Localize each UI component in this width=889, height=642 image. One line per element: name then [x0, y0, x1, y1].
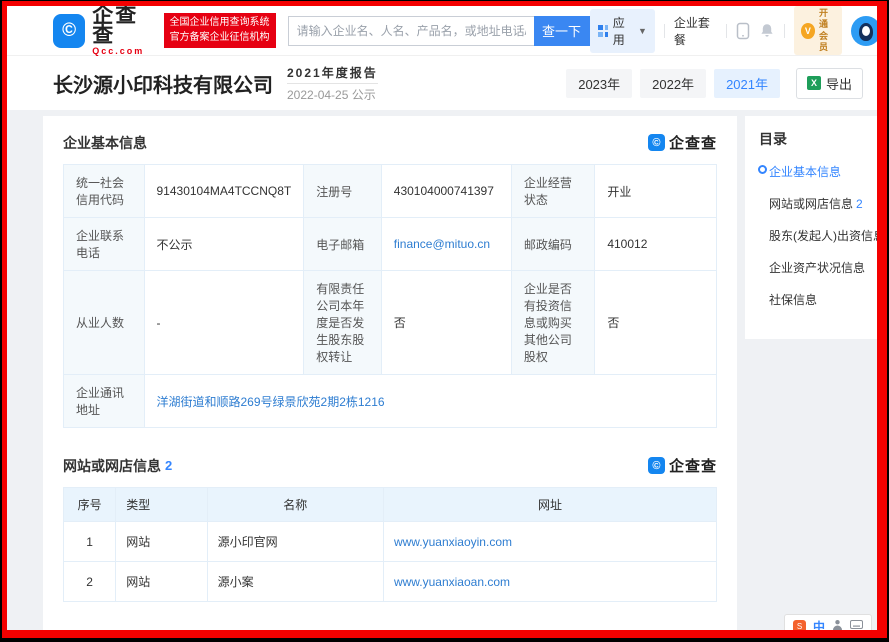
email-link[interactable]: finance@mituo.cn — [394, 237, 490, 251]
divider — [726, 24, 727, 38]
qcc-watermark-icon: © — [648, 457, 665, 474]
address-link[interactable]: 洋湖街道和顺路269号绿景欣苑2期2栋1216 — [157, 395, 385, 409]
toc-item-shareholders[interactable]: 股东(发起人)出资信息2 — [769, 227, 871, 244]
field-label: 有限责任公司本年度是否发生股东股权转让 — [304, 271, 382, 375]
toc-sidebar: 目录 企业基本信息 网站或网店信息2 股东(发起人)出资信息2 企业资产状况信息… — [745, 116, 877, 339]
section-title-website-info: 网站或网店信息 — [63, 456, 161, 476]
field-label: 从业人数 — [64, 271, 145, 375]
website-url-link[interactable]: www.yuanxiaoan.com — [394, 575, 510, 589]
ime-mode-indicator[interactable]: 中 — [813, 618, 825, 635]
screenshot-frame: © 企查查 Qcc.com 全国企业信用查询系统 官方备案企业征信机构 查一下 … — [2, 1, 887, 638]
basic-info-table: 统一社会信用代码 91430104MA4TCCNQ8T 注册号 43010400… — [63, 164, 717, 428]
table-row: 1 网站 源小印官网 www.yuanxiaoyin.com — [64, 522, 717, 562]
col-header: 网址 — [383, 488, 716, 522]
apps-menu-button[interactable]: 应用 ▼ — [590, 9, 655, 53]
top-header: © 企查查 Qcc.com 全国企业信用查询系统 官方备案企业征信机构 查一下 … — [7, 6, 877, 56]
col-header: 序号 — [64, 488, 116, 522]
user-avatar[interactable] — [851, 16, 881, 46]
publish-date: 2022-04-25 公示 — [287, 84, 378, 103]
brand-domain: Qcc.com — [92, 46, 157, 56]
certification-badge: 全国企业信用查询系统 官方备案企业征信机构 — [164, 13, 276, 48]
qcc-watermark-icon: © — [648, 631, 665, 638]
field-value: finance@mituo.cn — [381, 218, 511, 271]
field-label: 企业通讯地址 — [64, 375, 145, 428]
field-value: 否 — [381, 271, 511, 375]
field-value: 开业 — [595, 165, 717, 218]
field-label: 企业经营状态 — [511, 165, 594, 218]
notification-bell-icon[interactable] — [759, 22, 775, 39]
field-label: 企业联系电话 — [64, 218, 145, 271]
field-value: 不公示 — [144, 218, 304, 271]
ime-logo-icon: S — [793, 620, 806, 633]
field-value: 410012 — [595, 218, 717, 271]
field-label: 统一社会信用代码 — [64, 165, 145, 218]
year-tabs: 2023年 2022年 2021年 X 导出 — [566, 68, 863, 99]
toc-item-website-info[interactable]: 网站或网店信息2 — [769, 195, 871, 212]
field-value: 否 — [595, 271, 717, 375]
website-count-badge: 2 — [165, 458, 172, 473]
field-value: 430104000741397 — [381, 165, 511, 218]
field-label: 邮政编码 — [511, 218, 594, 271]
qcc-watermark: © 企查查 — [648, 455, 717, 476]
year-tab-2021[interactable]: 2021年 — [714, 69, 780, 98]
qcc-logo-icon: © — [53, 14, 85, 48]
field-label: 注册号 — [304, 165, 382, 218]
person-icon[interactable] — [832, 619, 843, 633]
keyboard-icon[interactable] — [850, 620, 863, 632]
qcc-watermark: © 企查查 — [648, 629, 717, 638]
report-main-card: 企业基本信息 © 企查查 统一社会信用代码 91430104MA4TCCNQ8T… — [43, 116, 737, 630]
mobile-app-icon[interactable] — [736, 22, 750, 40]
col-header: 类型 — [116, 488, 207, 522]
divider — [784, 24, 785, 38]
search-button[interactable]: 查一下 — [534, 16, 590, 46]
excel-icon: X — [807, 76, 821, 90]
field-value: - — [144, 271, 304, 375]
enterprise-package-link[interactable]: 企业套餐 — [674, 14, 717, 48]
company-name: 长沙源小印科技有限公司 — [53, 69, 273, 98]
export-button[interactable]: X 导出 — [796, 68, 863, 99]
report-year-title: 2021年度报告 — [287, 64, 378, 84]
section-title-shareholders: 股东(发起人)出资信息 — [63, 630, 198, 639]
website-url-link[interactable]: www.yuanxiaoyin.com — [394, 535, 512, 549]
brand-name: 企查查 — [92, 6, 157, 46]
col-header: 名称 — [207, 488, 383, 522]
field-label: 电子邮箱 — [304, 218, 382, 271]
toc-item-social-security[interactable]: 社保信息 — [769, 291, 871, 308]
field-value: 91430104MA4TCCNQ8T — [144, 165, 304, 218]
year-tab-2022[interactable]: 2022年 — [640, 69, 706, 98]
vip-upgrade-button[interactable]: V 开通 会员 — [794, 6, 842, 55]
vip-crown-icon: V — [801, 23, 815, 39]
toc-item-basic-info[interactable]: 企业基本信息 — [769, 163, 871, 180]
shareholders-count-badge: 2 — [202, 632, 209, 638]
search-input[interactable] — [288, 16, 534, 46]
qcc-watermark-icon: © — [648, 134, 665, 151]
search-bar: 查一下 — [288, 16, 590, 46]
toc-title: 目录 — [759, 129, 871, 149]
table-row: 2 网站 源小案 www.yuanxiaoan.com — [64, 562, 717, 602]
report-title-bar: 长沙源小印科技有限公司 2021年度报告 2022-04-25 公示 2023年… — [7, 56, 877, 110]
grid-icon — [598, 25, 608, 37]
field-label: 企业是否有投资信息或购买其他公司股权 — [511, 271, 594, 375]
divider — [664, 24, 665, 38]
qcc-logo[interactable]: © 企查查 Qcc.com — [53, 6, 158, 56]
qcc-watermark: © 企查查 — [648, 132, 717, 153]
section-title-basic-info: 企业基本信息 — [63, 133, 147, 153]
toc-item-assets[interactable]: 企业资产状况信息 — [769, 259, 871, 276]
ime-toolbar[interactable]: S 中 — [784, 614, 872, 638]
field-value: 洋湖街道和顺路269号绿景欣苑2期2栋1216 — [144, 375, 717, 428]
website-table: 序号 类型 名称 网址 1 网站 源小印官网 www.yuanxiaoyin.c… — [63, 487, 717, 602]
chevron-down-icon: ▼ — [638, 26, 647, 36]
year-tab-2023[interactable]: 2023年 — [566, 69, 632, 98]
